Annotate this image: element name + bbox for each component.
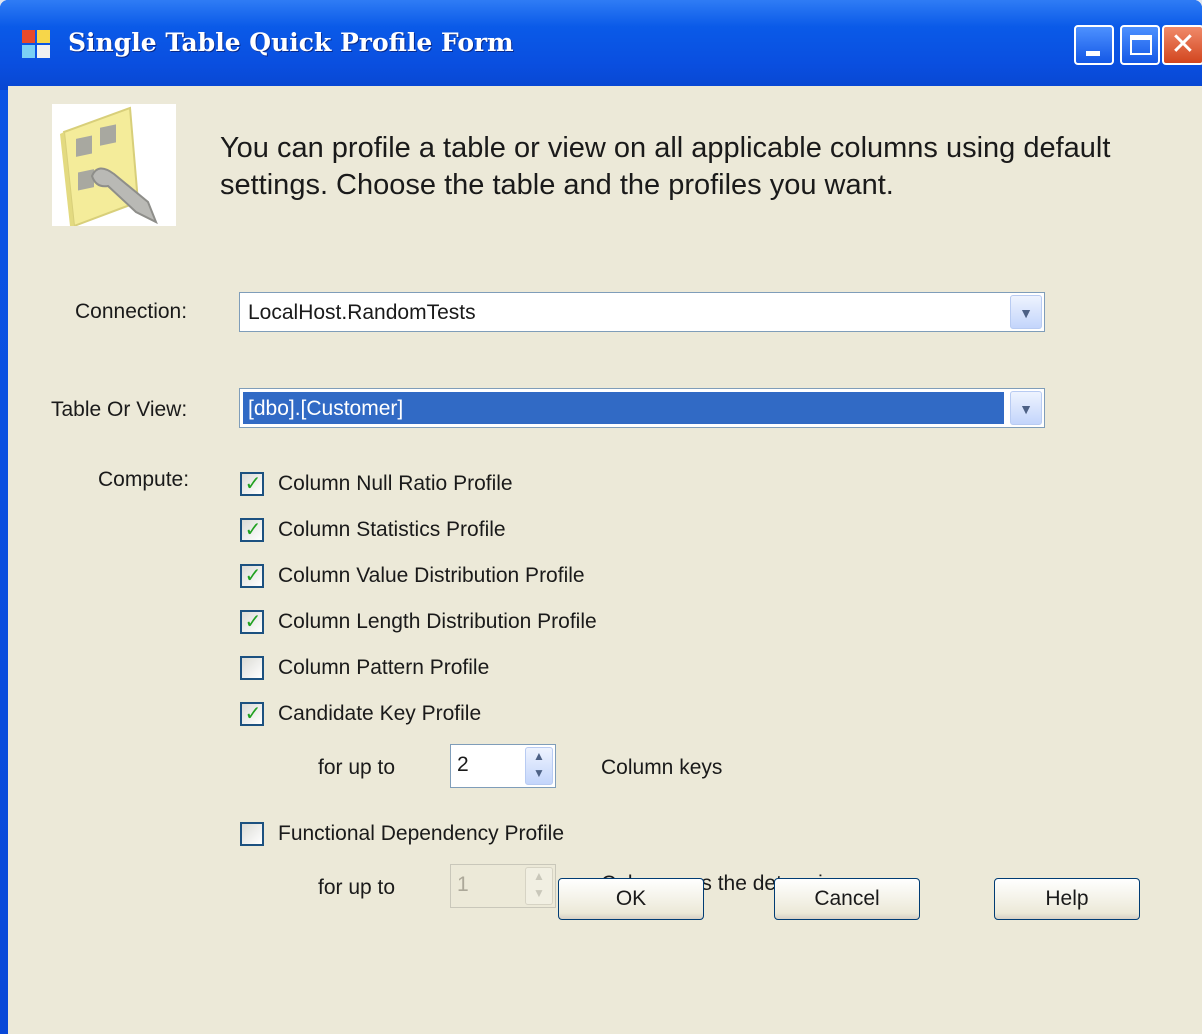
checkmark-icon: ✓	[244, 517, 262, 541]
maximize-icon	[1130, 35, 1152, 55]
stepper-value[interactable]: 2	[457, 753, 469, 777]
chevron-down-icon[interactable]: ▼	[1010, 295, 1042, 329]
header-description: You can profile a table or view on all a…	[220, 132, 1111, 201]
connection-label: Connection:	[75, 300, 188, 323]
title-bar[interactable]: Single Table Quick Profile Form ✕	[0, 0, 1202, 90]
ok-button[interactable]: OK	[558, 878, 704, 920]
functional-dependency-prefix: for up to	[318, 876, 396, 899]
determiner-columns-stepper: 1 ▲ ▼	[450, 864, 556, 908]
checkbox[interactable]: ✓	[240, 563, 264, 588]
connection-dropdown[interactable]: LocalHost.RandomTests ▼	[239, 292, 1045, 332]
checkbox[interactable]: ✓	[240, 471, 264, 496]
candidate-key-prefix: for up to	[318, 756, 396, 779]
checkmark-icon: ✓	[244, 563, 262, 587]
profile-label: Column Pattern Profile	[278, 656, 490, 679]
profile-label: Functional Dependency Profile	[278, 822, 565, 845]
compute-label: Compute:	[98, 468, 190, 491]
window-title: Single Table Quick Profile Form	[68, 28, 514, 57]
up-down-arrows-icon: ▲ ▼	[525, 867, 553, 905]
dialog-window: Single Table Quick Profile Form ✕ You ca…	[0, 0, 1202, 1034]
profile-label: Column Statistics Profile	[278, 518, 506, 541]
stepper-value: 1	[457, 873, 469, 896]
close-icon: ✕	[1170, 27, 1196, 62]
chevron-down-icon[interactable]: ▼	[1010, 391, 1042, 425]
table-or-view-dropdown[interactable]: [dbo].[Customer] ▼	[239, 388, 1045, 428]
minimize-button[interactable]	[1074, 25, 1114, 65]
cancel-button[interactable]: Cancel	[774, 878, 920, 920]
checkbox[interactable]: ✓	[240, 609, 264, 634]
checkmark-icon: ✓	[244, 701, 262, 725]
profile-label: Column Value Distribution Profile	[278, 564, 585, 587]
table-or-view-label: Table Or View:	[51, 398, 188, 421]
up-down-arrows-icon[interactable]: ▲ ▼	[525, 747, 553, 785]
profile-wizard-icon	[52, 104, 176, 228]
profile-label: Column Length Distribution Profile	[278, 610, 597, 633]
connection-value: LocalHost.RandomTests	[248, 301, 476, 324]
app-icon	[22, 30, 50, 58]
candidate-key-columns-stepper[interactable]: 2 ▲ ▼	[450, 744, 556, 788]
minimize-icon	[1086, 51, 1100, 56]
profile-label: Candidate Key Profile	[278, 702, 482, 725]
table-or-view-value: [dbo].[Customer]	[248, 397, 404, 420]
maximize-button[interactable]	[1120, 25, 1160, 65]
checkbox[interactable]	[240, 822, 264, 846]
help-button[interactable]: Help	[994, 878, 1140, 920]
candidate-key-suffix: Column keys	[601, 756, 723, 779]
checkmark-icon: ✓	[244, 609, 262, 633]
checkbox[interactable]	[240, 656, 264, 680]
checkbox[interactable]: ✓	[240, 517, 264, 542]
profile-label: Column Null Ratio Profile	[278, 472, 513, 495]
checkbox[interactable]: ✓	[240, 701, 264, 726]
close-button[interactable]: ✕	[1162, 25, 1202, 65]
checkmark-icon: ✓	[244, 471, 262, 495]
